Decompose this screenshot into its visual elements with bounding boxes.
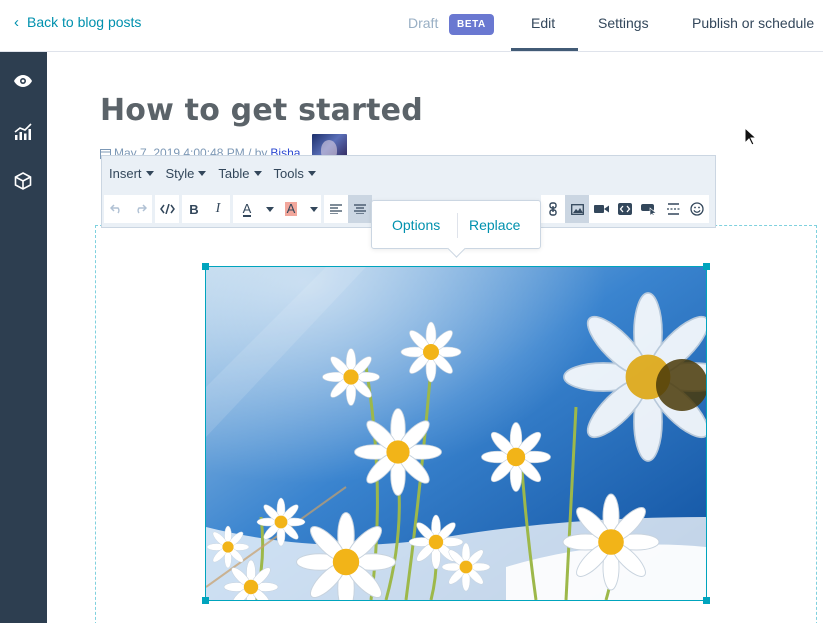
source-code-icon[interactable]: [155, 195, 179, 223]
undo-icon[interactable]: [104, 195, 128, 223]
table-menu-label: Table: [218, 165, 250, 181]
emoji-icon[interactable]: [685, 195, 709, 223]
highlight-label: A: [284, 201, 298, 216]
italic-button[interactable]: I: [206, 195, 230, 223]
align-left-icon[interactable]: [324, 195, 348, 223]
highlight-color-dropdown[interactable]: [305, 195, 321, 223]
image-popover: Options Replace: [371, 200, 541, 249]
caret-down-icon: [309, 206, 318, 212]
image-options-button[interactable]: Options: [392, 217, 440, 233]
toolbar-menu-row: Insert Style Table Tools: [102, 156, 316, 190]
tools-menu-label: Tools: [273, 165, 304, 181]
daisy-photo: [206, 267, 706, 600]
resize-handle-top-left[interactable]: [202, 263, 209, 270]
table-menu[interactable]: Table: [218, 165, 262, 181]
analytics-icon[interactable]: [11, 120, 35, 144]
back-to-blog-posts-link[interactable]: ‹ Back to blog posts: [14, 14, 141, 30]
beta-badge: BETA: [449, 14, 494, 35]
embed-icon[interactable]: [613, 195, 637, 223]
active-tab-indicator: [511, 48, 578, 51]
resize-handle-top-right[interactable]: [703, 263, 710, 270]
resize-handle-bottom-right[interactable]: [703, 597, 710, 604]
insert-menu-label: Insert: [109, 165, 142, 181]
history-group: [104, 195, 153, 223]
left-sidebar: [0, 52, 47, 623]
link-icon[interactable]: [541, 195, 565, 223]
highlight-color-button[interactable]: A: [277, 195, 305, 223]
top-bar: ‹ Back to blog posts Draft BETA Edit Set…: [0, 0, 823, 52]
back-link-label: Back to blog posts: [27, 14, 142, 30]
post-title[interactable]: How to get started: [100, 93, 423, 128]
text-color-label: A: [242, 200, 252, 217]
caret-down-icon: [307, 170, 316, 176]
text-color-dropdown[interactable]: [261, 195, 277, 223]
redo-icon[interactable]: [128, 195, 152, 223]
read-more-icon[interactable]: [661, 195, 685, 223]
tab-settings[interactable]: Settings: [598, 15, 649, 31]
color-group: A A: [233, 195, 322, 223]
tools-menu[interactable]: Tools: [274, 166, 316, 181]
style-menu[interactable]: Style: [166, 166, 207, 181]
text-color-button[interactable]: A: [233, 195, 261, 223]
tab-edit[interactable]: Edit: [531, 15, 555, 31]
caret-down-icon: [198, 170, 207, 176]
code-group: [155, 195, 180, 223]
image-replace-button[interactable]: Replace: [469, 217, 520, 233]
insert-menu[interactable]: Insert: [109, 166, 154, 181]
caret-down-icon: [145, 170, 154, 176]
cta-icon[interactable]: [637, 195, 661, 223]
style-menu-label: Style: [165, 165, 195, 181]
bold-button[interactable]: B: [182, 195, 206, 223]
status-label: Draft: [408, 15, 439, 31]
caret-down-icon: [253, 170, 262, 176]
align-center-icon[interactable]: [348, 195, 372, 223]
video-icon[interactable]: [589, 195, 613, 223]
eye-icon[interactable]: [11, 69, 35, 93]
resize-handle-bottom-left[interactable]: [202, 597, 209, 604]
tab-publish-or-schedule[interactable]: Publish or schedule: [692, 15, 814, 31]
popover-divider: [457, 213, 458, 238]
italic-label: I: [215, 201, 221, 216]
image-icon[interactable]: [565, 195, 589, 223]
align-group: [324, 195, 373, 223]
insert-group: [541, 195, 710, 223]
chevron-left-icon: ‹: [14, 13, 19, 31]
mouse-cursor-icon: [744, 127, 758, 146]
box-icon[interactable]: [11, 169, 35, 193]
caret-down-icon: [265, 206, 274, 212]
selected-daisy-image[interactable]: [205, 266, 707, 601]
format-group: B I: [182, 195, 231, 223]
bold-label: B: [189, 201, 199, 217]
